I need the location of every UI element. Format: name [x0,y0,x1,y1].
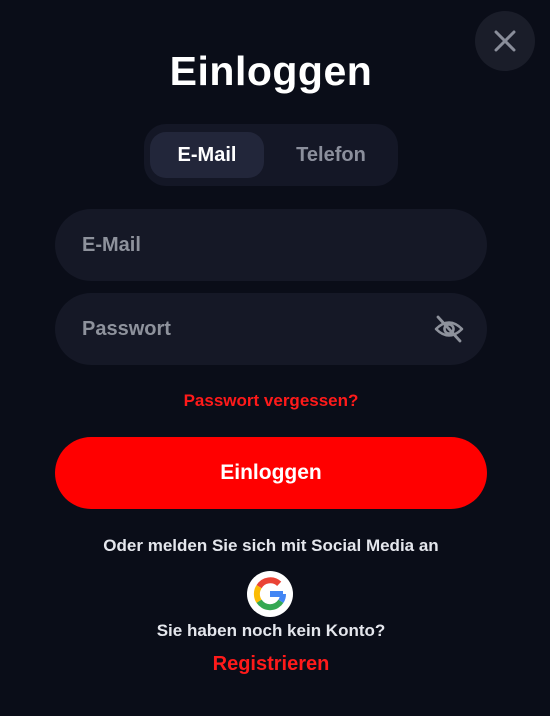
google-login-button[interactable] [247,571,293,617]
eye-off-icon[interactable] [433,314,465,344]
password-field-container [55,293,487,365]
forgot-password-link[interactable]: Passwort vergessen? [0,391,542,411]
login-method-tabs: E-Mail Telefon [144,124,398,186]
page-title: Einloggen [169,48,373,94]
tab-phone[interactable]: Telefon [270,132,392,178]
social-login-prompt: Oder melden Sie sich mit Social Media an [103,536,439,555]
email-field-container [55,209,487,281]
register-link[interactable]: Registrieren [0,653,542,676]
tab-email[interactable]: E-Mail [150,132,264,178]
no-account-text: Sie haben noch kein Konto? [156,621,386,640]
password-field[interactable] [55,293,487,365]
email-field[interactable] [55,209,487,281]
login-button[interactable]: Einloggen [55,437,487,509]
google-icon [253,577,286,611]
